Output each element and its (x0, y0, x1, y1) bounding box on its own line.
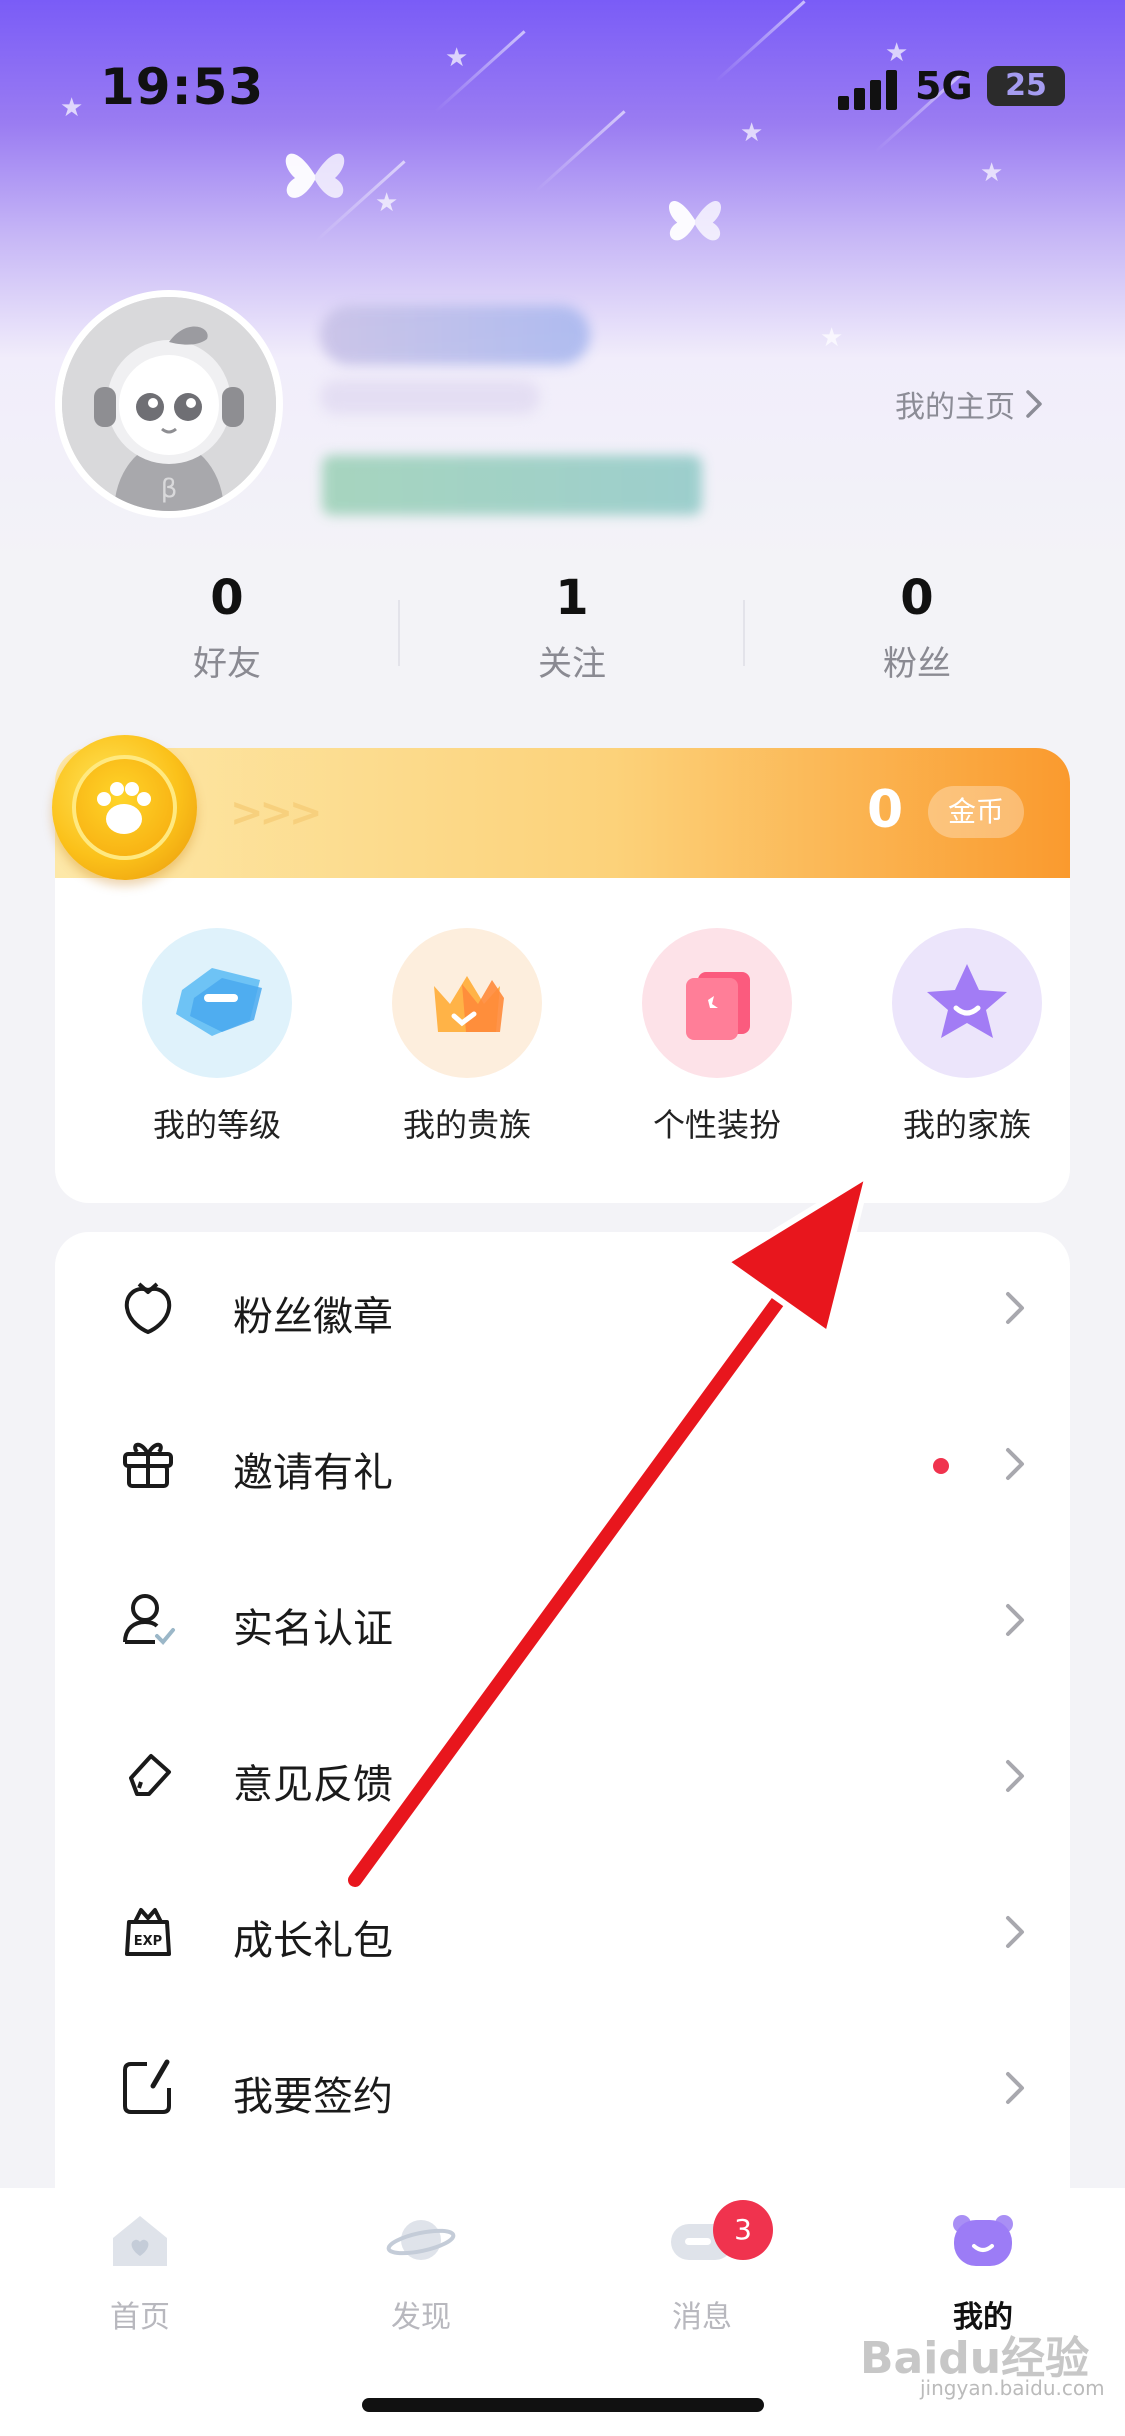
my-homepage-label: 我的主页 (895, 390, 1015, 425)
coin-count: 0 (867, 780, 904, 840)
avatar-robot-icon: β (62, 297, 276, 511)
menu-item-label: 粉丝徽章 (233, 1294, 393, 1340)
menu-item-label: 成长礼包 (233, 1918, 393, 1964)
network-type: 5G (915, 64, 973, 108)
menu-item-fan-badge[interactable]: 粉丝徽章 (55, 1232, 1070, 1388)
feature-label: 我的贵族 (402, 1106, 531, 1144)
mine-bear-icon (953, 2215, 1013, 2266)
stat-label: 关注 (538, 644, 606, 684)
cellular-signal-icon (838, 70, 898, 110)
stat-label: 粉丝 (883, 644, 951, 684)
menu-item-label: 实名认证 (233, 1606, 393, 1652)
status-bar: 19:53 5G 25 (0, 0, 1125, 170)
menu-item-growth-pack[interactable]: EXP 成长礼包 (55, 1856, 1070, 2012)
svg-text:β: β (161, 474, 178, 504)
user-id-blurred (320, 380, 540, 414)
verified-user-icon (123, 1594, 175, 1645)
level-gem-icon (142, 928, 292, 1078)
divider (398, 600, 400, 666)
divider (743, 600, 745, 666)
chevron-right-icon (1006, 2072, 1024, 2104)
tab-mine[interactable]: 我的 (883, 2210, 1083, 2336)
menu-item-label: 邀请有礼 (233, 1450, 393, 1496)
stat-value: 1 (555, 570, 589, 626)
svg-text:EXP: EXP (134, 1934, 162, 1949)
fan-badge-icon (124, 1282, 172, 1335)
star-icon: ★ (375, 188, 399, 218)
chevron-right-icon (1006, 1448, 1024, 1480)
status-time: 19:53 (100, 58, 265, 116)
stat-label: 好友 (193, 644, 261, 684)
dress-up-card-icon (642, 928, 792, 1078)
message-unread-badge: 3 (713, 2200, 773, 2260)
noble-crown-icon (392, 928, 542, 1078)
notification-dot (933, 1458, 949, 1474)
chevron-right-icon (1026, 390, 1042, 418)
feature-dress-up[interactable]: 个性装扮 (617, 928, 817, 1146)
family-star-icon (892, 928, 1042, 1078)
baidu-watermark-url: jingyan.baidu.com (920, 2376, 1105, 2400)
tab-label: 消息 (672, 2300, 732, 2335)
stat-friends[interactable]: 0 好友 (127, 570, 327, 685)
battery-level: 25 (1005, 68, 1047, 103)
gift-icon (123, 1442, 173, 1488)
stat-value: 0 (210, 570, 244, 626)
feature-my-level[interactable]: 我的等级 (117, 928, 317, 1146)
battery-icon: 25 (987, 66, 1065, 106)
butterfly-icon (668, 200, 722, 241)
menu-item-real-name[interactable]: 实名认证 (55, 1544, 1070, 1700)
user-tags-blurred (322, 455, 702, 515)
social-stats: 0 好友 1 关注 0 粉丝 (0, 570, 1125, 700)
feature-my-noble[interactable]: 我的贵族 (367, 928, 567, 1146)
feature-label: 我的等级 (152, 1106, 281, 1144)
coin-bar[interactable]: >>> 0 金币 (55, 748, 1070, 878)
feature-label: 我的家族 (902, 1106, 1031, 1144)
star-icon: ★ (820, 323, 844, 353)
menu-item-sign-contract[interactable]: 我要签约 (55, 2012, 1070, 2168)
menu-item-label: 意见反馈 (233, 1762, 393, 1808)
menu-item-invite-gift[interactable]: 邀请有礼 (55, 1388, 1070, 1544)
planet-icon (386, 2220, 456, 2260)
stat-value: 0 (900, 570, 934, 626)
coin-unit-badge: 金币 (928, 786, 1024, 838)
tab-discover[interactable]: 发现 (321, 2210, 521, 2336)
stat-fans[interactable]: 0 粉丝 (817, 570, 1017, 685)
coin-arrows: >>> (230, 790, 323, 836)
stat-following[interactable]: 1 关注 (472, 570, 672, 685)
menu-item-feedback[interactable]: 意见反馈 (55, 1700, 1070, 1856)
feature-my-family[interactable]: 我的家族 (867, 928, 1067, 1146)
assets-card: >>> 0 金币 我的等级 我的贵族 个性装扮 我的家族 (55, 748, 1070, 1203)
home-indicator[interactable] (362, 2398, 764, 2412)
chevron-right-icon (1006, 1760, 1024, 1792)
username-blurred (320, 305, 590, 365)
eraser-feedback-icon (129, 1754, 171, 1796)
tab-label: 发现 (391, 2300, 451, 2335)
chevron-right-icon (1006, 1604, 1024, 1636)
tab-home[interactable]: 首页 (40, 2210, 240, 2336)
home-heart-icon (113, 2216, 167, 2266)
feature-label: 个性装扮 (652, 1106, 781, 1144)
sign-contract-icon (123, 2059, 171, 2114)
chevron-right-icon (1006, 1292, 1024, 1324)
paw-coin-icon (52, 735, 197, 880)
menu-item-label: 我要签约 (233, 2074, 393, 2120)
tab-label: 首页 (110, 2300, 170, 2335)
avatar[interactable]: β (55, 290, 283, 518)
chevron-right-icon (1006, 1916, 1024, 1948)
exp-bag-icon: EXP (125, 1908, 171, 1956)
my-homepage-link[interactable]: 我的主页 (895, 382, 1043, 426)
